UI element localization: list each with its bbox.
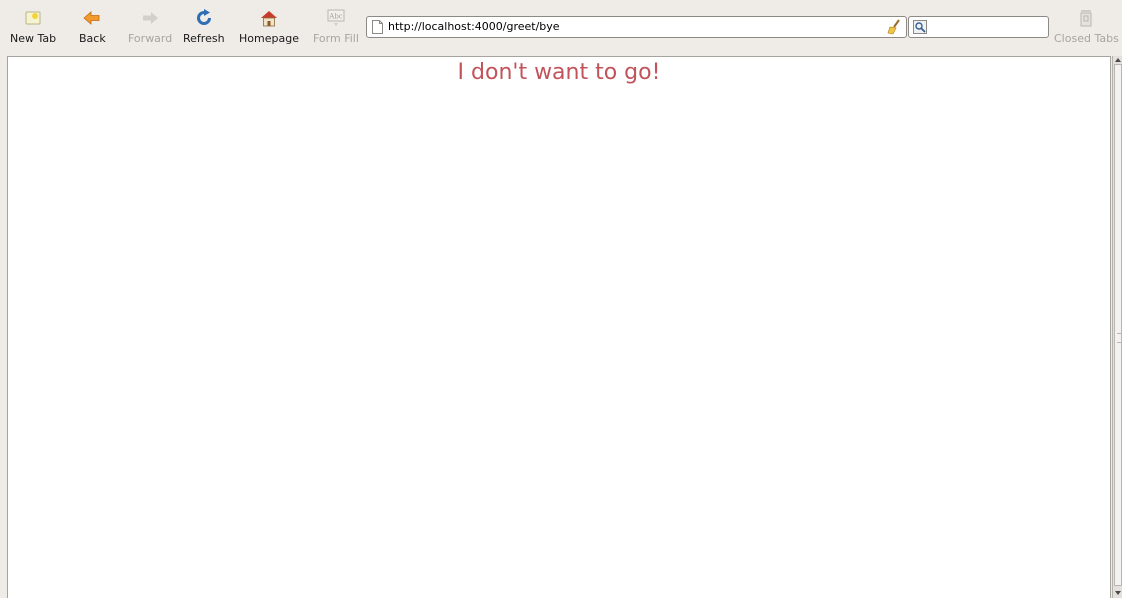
trash-can-icon (1080, 10, 1092, 27)
home-icon (260, 11, 277, 27)
new-tab-label: New Tab (10, 32, 57, 45)
back-button[interactable]: Back (79, 8, 106, 50)
back-label: Back (79, 32, 106, 45)
scrollbar-grip (1117, 333, 1121, 343)
broom-icon[interactable] (886, 19, 902, 35)
browser-toolbar: New Tab Back Forward Refresh Homepage Ab… (0, 0, 1122, 56)
form-fill-label: Form Fill (313, 32, 359, 45)
forward-label: Forward (128, 32, 173, 45)
closed-tabs-button[interactable]: Closed Tabs (1054, 8, 1119, 50)
page-viewport: I don't want to go! (7, 56, 1111, 598)
scroll-down-arrow-icon[interactable] (1115, 591, 1121, 595)
scrollbar-thumb[interactable] (1114, 64, 1122, 586)
homepage-label: Homepage (239, 32, 299, 45)
forward-arrow-icon (143, 12, 159, 24)
url-text[interactable]: http://localhost:4000/greet/bye (388, 20, 560, 34)
form-fill-button[interactable]: Abc Form Fill (313, 8, 359, 50)
refresh-label: Refresh (183, 32, 225, 45)
form-fill-icon: Abc (327, 9, 345, 26)
page-heading: I don't want to go! (457, 60, 661, 85)
refresh-button[interactable]: Refresh (183, 8, 225, 50)
new-tab-icon (25, 11, 41, 25)
svg-text:Abc: Abc (328, 13, 343, 21)
closed-tabs-label: Closed Tabs (1054, 32, 1119, 45)
back-arrow-icon (83, 11, 100, 25)
new-tab-button[interactable]: New Tab (10, 8, 56, 50)
scroll-up-arrow-icon[interactable] (1115, 58, 1121, 62)
vertical-scrollbar[interactable] (1112, 56, 1122, 598)
forward-button[interactable]: Forward (128, 8, 172, 50)
magnifier-icon (913, 20, 927, 34)
page-icon (372, 20, 383, 34)
search-box[interactable] (908, 16, 1049, 38)
address-bar[interactable]: http://localhost:4000/greet/bye (366, 16, 907, 38)
refresh-icon (196, 9, 211, 25)
homepage-button[interactable]: Homepage (239, 8, 299, 50)
